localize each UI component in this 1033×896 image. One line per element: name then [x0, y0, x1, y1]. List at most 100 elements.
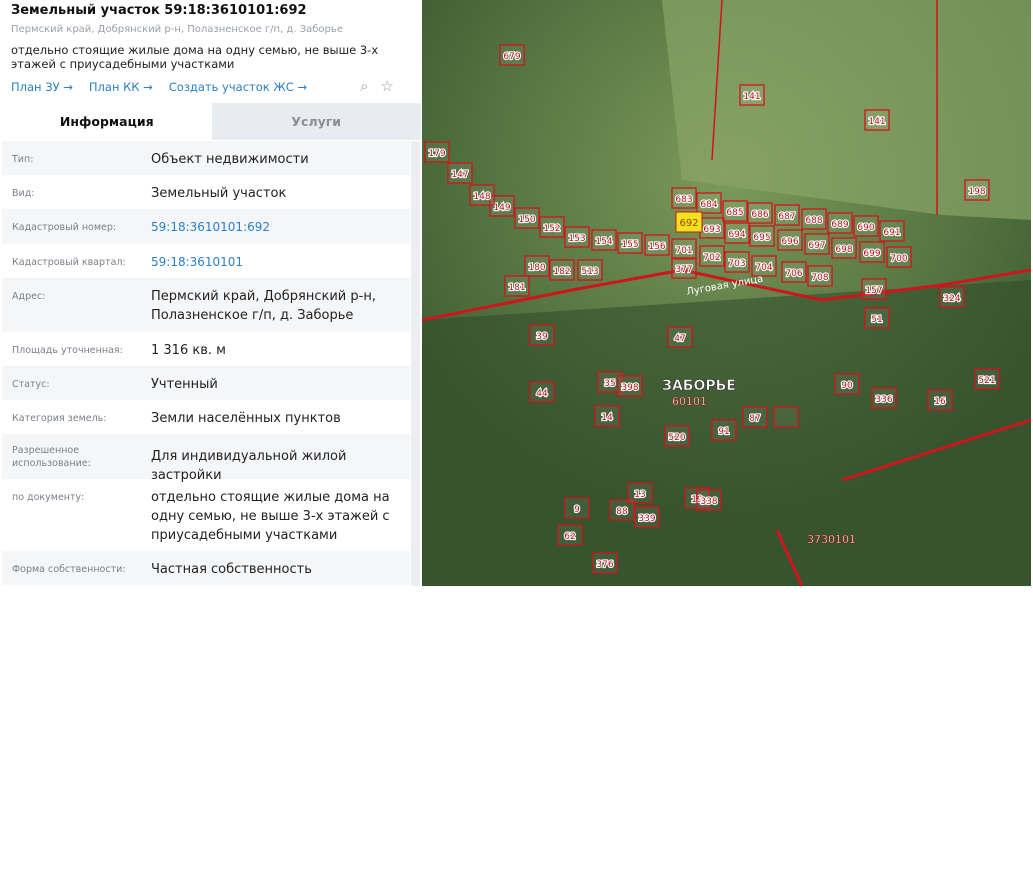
info-row: Разрешенное использование: Для индивидуал… [2, 434, 410, 483]
info-row: Адрес: Пермский край, Добрянский р-н, Пол… [2, 278, 410, 332]
search-document-icon[interactable]: ⌕ [360, 77, 368, 95]
info-value: Пермский край, Добрянский р-н, Полазненс… [151, 289, 376, 323]
parcel-number: 700 [890, 254, 907, 264]
info-label: Кадастровый номер: [12, 222, 117, 233]
info-row: Кадастровый квартал: 59:18:3610101 [2, 244, 410, 278]
info-label: Вид: [12, 188, 35, 199]
parcel-number: 398 [621, 383, 638, 393]
parcel-number: 155 [621, 240, 638, 250]
parcel-number: 47 [674, 334, 685, 344]
info-panel: Земельный участок 59:18:3610101:692 Перм… [0, 0, 421, 586]
parcel-number: 685 [726, 208, 743, 218]
info-row: Площадь уточненная: 1 316 кв. м [2, 332, 410, 366]
info-label: Площадь уточненная: [12, 345, 123, 356]
info-label: по документу: [12, 492, 85, 503]
parcel-number: 141 [743, 92, 760, 102]
tab-info[interactable]: Информация [2, 103, 212, 140]
village-label: ЗАБОРЬЕ [662, 378, 736, 394]
cadastral-number-link[interactable]: 59:18:3610101:692 [151, 209, 410, 244]
parcel-number: 141 [868, 117, 885, 127]
info-value: Объект недвижимости [151, 152, 309, 167]
selected-parcel-label: 692 [679, 218, 698, 229]
parcel-number: 13 [634, 490, 645, 500]
parcel-number: 90 [841, 381, 853, 391]
parcel-number: 35 [604, 379, 615, 389]
parcel-number: 336 [875, 395, 892, 405]
parcel-number: 148 [473, 192, 490, 202]
info-row: Категория земель: Земли населённых пункто… [2, 400, 410, 434]
parcel-number: 701 [675, 246, 692, 256]
parcel-number: 698 [835, 245, 852, 255]
parcel-number: 377 [675, 265, 692, 275]
info-label: Разрешенное использование: [12, 445, 91, 469]
parcel-number: 153 [568, 234, 585, 244]
info-label: Статус: [12, 379, 50, 390]
parcel-number: 149 [493, 203, 510, 213]
parcel-number: 520 [668, 433, 685, 443]
parcel-number: 513 [581, 267, 598, 277]
parcel-number: 198 [968, 187, 985, 197]
info-label: Форма собственности: [12, 564, 126, 575]
cadastral-map[interactable]: 679 141 141 198 683 684 685 686 687 688 689 690 691 6… [422, 0, 1031, 586]
parcel-number: 14 [601, 413, 613, 423]
parcel-number: 51 [871, 315, 882, 325]
info-row: по документу: отдельно стоящие жилые дома… [2, 479, 410, 551]
parcel-number: 690 [857, 223, 874, 233]
parcel-number: 684 [700, 200, 717, 210]
parcel-number: 688 [805, 216, 822, 226]
info-value: Земельный участок [151, 186, 287, 201]
tab-services[interactable]: Услуги [211, 103, 421, 140]
info-row: Статус: Учтенный [2, 366, 410, 400]
parcel-number: 704 [755, 263, 772, 273]
parcel-number: 87 [749, 414, 760, 424]
parcel-number: 16 [934, 397, 946, 407]
info-value: Для индивидуальной жилой застройки [151, 449, 347, 483]
create-parcel-link[interactable]: Создать участок ЖС → [169, 80, 307, 94]
quarter-label: 3730101 [807, 533, 856, 546]
info-value: Учтенный [151, 377, 218, 392]
address-subtitle: Пермский край, Добрянский р-н, Полазненс… [11, 24, 343, 35]
parcel-number: 702 [703, 253, 720, 263]
star-icon[interactable]: ☆ [380, 77, 393, 95]
cadastral-quarter-link[interactable]: 59:18:3610101 [151, 244, 410, 278]
map-canvas[interactable]: 679 141 141 198 683 684 685 686 687 688 689 690 691 6… [422, 0, 1031, 586]
parcel-number: 150 [518, 215, 535, 225]
parcel-number: 182 [553, 267, 570, 277]
parcel-number: 706 [785, 269, 802, 279]
plan-zu-link[interactable]: План ЗУ → [11, 80, 73, 94]
parcel-number: 521 [978, 376, 995, 386]
page-title: Земельный участок 59:18:3610101:692 [11, 3, 307, 18]
parcel-number: 683 [675, 195, 692, 205]
description: отдельно стоящие жилые дома на одну семь… [11, 43, 379, 71]
parcel-number: 708 [811, 273, 828, 283]
parcel-number: 39 [536, 332, 548, 342]
parcel-number: 179 [428, 149, 445, 159]
scrollbar[interactable] [411, 141, 420, 586]
info-label: Адрес: [12, 291, 46, 302]
parcel-number: 156 [648, 242, 665, 252]
info-value: Частная собственность [151, 562, 312, 577]
info-row: Тип: Объект недвижимости [2, 141, 410, 175]
parcel-number: 9 [574, 505, 580, 515]
parcel-number: 152 [543, 224, 560, 234]
parcel-number: 696 [781, 237, 798, 247]
parcel-number: 147 [451, 170, 468, 180]
parcel-number: 687 [778, 212, 795, 222]
parcel[interactable] [773, 406, 799, 428]
parcel-number: 679 [503, 52, 520, 62]
parcel-number: 154 [595, 237, 612, 247]
parcel-number: 693 [703, 225, 720, 235]
quarter-label: 60101 [672, 395, 707, 408]
parcel-number: 694 [728, 230, 745, 240]
info-row: Кадастровый номер: 59:18:3610101:692 [2, 209, 410, 244]
parcel-number: 62 [564, 532, 575, 542]
parcel-number: 703 [728, 259, 745, 269]
parcel-number: 88 [616, 507, 628, 517]
parcel-number: 157 [865, 286, 882, 296]
info-label: Тип: [12, 154, 34, 165]
parcel-number: 338 [700, 497, 717, 507]
plan-kk-link[interactable]: План КК → [89, 80, 153, 94]
parcel-number: 691 [883, 228, 900, 238]
parcel-number: 91 [718, 427, 729, 437]
info-label: Кадастровый квартал: [12, 257, 126, 268]
